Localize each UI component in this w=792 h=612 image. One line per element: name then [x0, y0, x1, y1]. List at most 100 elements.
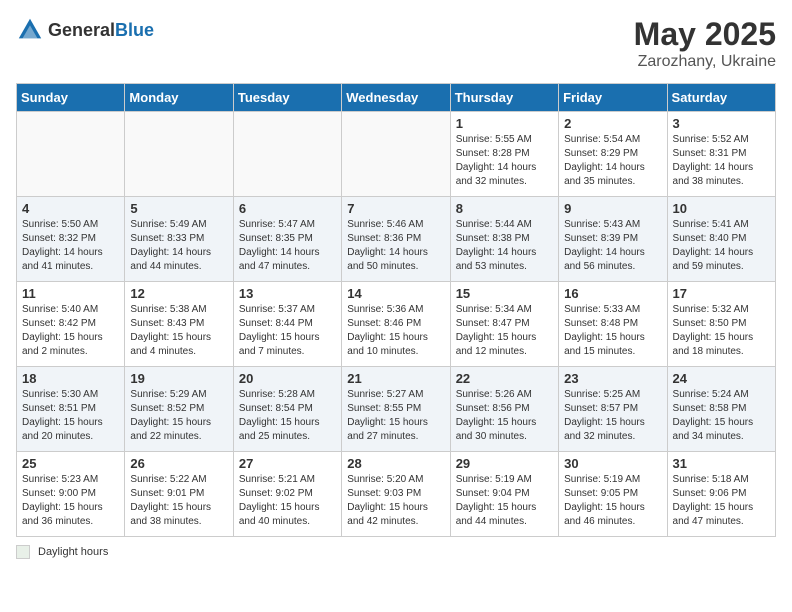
day-number: 2 — [564, 116, 661, 131]
day-info: Sunrise: 5:37 AM Sunset: 8:44 PM Dayligh… — [239, 303, 336, 359]
day-info: Sunrise: 5:18 AM Sunset: 9:06 PM Dayligh… — [673, 473, 770, 529]
day-number: 26 — [130, 456, 227, 471]
day-info: Sunrise: 5:46 AM Sunset: 8:36 PM Dayligh… — [347, 218, 444, 274]
day-info: Sunrise: 5:21 AM Sunset: 9:02 PM Dayligh… — [239, 473, 336, 529]
calendar-day: 16 Sunrise: 5:33 AM Sunset: 8:48 PM Dayli… — [559, 282, 667, 367]
calendar-day: 22 Sunrise: 5:26 AM Sunset: 8:56 PM Dayli… — [450, 367, 558, 452]
day-info: Sunrise: 5:55 AM Sunset: 8:28 PM Dayligh… — [456, 133, 553, 189]
calendar-day: 26 Sunrise: 5:22 AM Sunset: 9:01 PM Dayli… — [125, 452, 233, 537]
day-number: 29 — [456, 456, 553, 471]
day-number: 12 — [130, 286, 227, 301]
day-number: 19 — [130, 371, 227, 386]
day-number: 15 — [456, 286, 553, 301]
calendar-day: 13 Sunrise: 5:37 AM Sunset: 8:44 PM Dayli… — [233, 282, 341, 367]
day-number: 17 — [673, 286, 770, 301]
day-info: Sunrise: 5:50 AM Sunset: 8:32 PM Dayligh… — [22, 218, 119, 274]
calendar-day: 24 Sunrise: 5:24 AM Sunset: 8:58 PM Dayli… — [667, 367, 775, 452]
header-row: Sunday Monday Tuesday Wednesday Thursday… — [17, 84, 776, 112]
calendar-day: 29 Sunrise: 5:19 AM Sunset: 9:04 PM Dayli… — [450, 452, 558, 537]
day-number: 13 — [239, 286, 336, 301]
day-number: 4 — [22, 201, 119, 216]
calendar-day: 21 Sunrise: 5:27 AM Sunset: 8:55 PM Dayli… — [342, 367, 450, 452]
day-info: Sunrise: 5:54 AM Sunset: 8:29 PM Dayligh… — [564, 133, 661, 189]
day-info: Sunrise: 5:23 AM Sunset: 9:00 PM Dayligh… — [22, 473, 119, 529]
calendar-day: 3Sunrise: 5:52 AM Sunset: 8:31 PM Daylig… — [667, 112, 775, 197]
calendar-day: 2 Sunrise: 5:54 AM Sunset: 8:29 PM Daylig… — [559, 112, 667, 197]
day-number: 30 — [564, 456, 661, 471]
page-header: GeneralBlue May 2025 Zarozhany, Ukraine — [16, 16, 776, 71]
col-friday: Friday — [559, 84, 667, 112]
day-info: Sunrise: 5:44 AM Sunset: 8:38 PM Dayligh… — [456, 218, 553, 274]
day-number: 6 — [239, 201, 336, 216]
day-info: Sunrise: 5:32 AM Sunset: 8:50 PM Dayligh… — [673, 303, 770, 359]
day-info: Sunrise: 5:43 AM Sunset: 8:39 PM Dayligh… — [564, 218, 661, 274]
col-wednesday: Wednesday — [342, 84, 450, 112]
col-sunday: Sunday — [17, 84, 125, 112]
calendar-week-2: 11Sunrise: 5:40 AM Sunset: 8:42 PM Dayli… — [17, 282, 776, 367]
day-info: Sunrise: 5:34 AM Sunset: 8:47 PM Dayligh… — [456, 303, 553, 359]
calendar-day: 6Sunrise: 5:47 AM Sunset: 8:35 PM Daylig… — [233, 197, 341, 282]
calendar-day: 31Sunrise: 5:18 AM Sunset: 9:06 PM Dayli… — [667, 452, 775, 537]
calendar-day: 27 Sunrise: 5:21 AM Sunset: 9:02 PM Dayli… — [233, 452, 341, 537]
day-number: 9 — [564, 201, 661, 216]
col-tuesday: Tuesday — [233, 84, 341, 112]
calendar-day: 5Sunrise: 5:49 AM Sunset: 8:33 PM Daylig… — [125, 197, 233, 282]
day-number: 8 — [456, 201, 553, 216]
day-info: Sunrise: 5:26 AM Sunset: 8:56 PM Dayligh… — [456, 388, 553, 444]
day-info: Sunrise: 5:25 AM Sunset: 8:57 PM Dayligh… — [564, 388, 661, 444]
day-number: 14 — [347, 286, 444, 301]
calendar-day: 18Sunrise: 5:30 AM Sunset: 8:51 PM Dayli… — [17, 367, 125, 452]
calendar-day: 17 Sunrise: 5:32 AM Sunset: 8:50 PM Dayli… — [667, 282, 775, 367]
calendar-week-0: 1Sunrise: 5:55 AM Sunset: 8:28 PM Daylig… — [17, 112, 776, 197]
calendar-day — [342, 112, 450, 197]
calendar-day: 14Sunrise: 5:36 AM Sunset: 8:46 PM Dayli… — [342, 282, 450, 367]
calendar-week-3: 18Sunrise: 5:30 AM Sunset: 8:51 PM Dayli… — [17, 367, 776, 452]
calendar-day: 11Sunrise: 5:40 AM Sunset: 8:42 PM Dayli… — [17, 282, 125, 367]
day-info: Sunrise: 5:19 AM Sunset: 9:04 PM Dayligh… — [456, 473, 553, 529]
day-number: 18 — [22, 371, 119, 386]
calendar-day: 7Sunrise: 5:46 AM Sunset: 8:36 PM Daylig… — [342, 197, 450, 282]
day-info: Sunrise: 5:49 AM Sunset: 8:33 PM Dayligh… — [130, 218, 227, 274]
calendar-day: 25Sunrise: 5:23 AM Sunset: 9:00 PM Dayli… — [17, 452, 125, 537]
day-info: Sunrise: 5:28 AM Sunset: 8:54 PM Dayligh… — [239, 388, 336, 444]
day-info: Sunrise: 5:24 AM Sunset: 8:58 PM Dayligh… — [673, 388, 770, 444]
logo: GeneralBlue — [16, 16, 154, 44]
calendar-day: 23 Sunrise: 5:25 AM Sunset: 8:57 PM Dayli… — [559, 367, 667, 452]
day-info: Sunrise: 5:33 AM Sunset: 8:48 PM Dayligh… — [564, 303, 661, 359]
calendar-day: 28 Sunrise: 5:20 AM Sunset: 9:03 PM Dayli… — [342, 452, 450, 537]
day-info: Sunrise: 5:22 AM Sunset: 9:01 PM Dayligh… — [130, 473, 227, 529]
day-number: 28 — [347, 456, 444, 471]
day-info: Sunrise: 5:19 AM Sunset: 9:05 PM Dayligh… — [564, 473, 661, 529]
day-info: Sunrise: 5:41 AM Sunset: 8:40 PM Dayligh… — [673, 218, 770, 274]
legend-box — [16, 545, 30, 559]
calendar-day: 12 Sunrise: 5:38 AM Sunset: 8:43 PM Dayli… — [125, 282, 233, 367]
day-number: 16 — [564, 286, 661, 301]
calendar-day: 8 Sunrise: 5:44 AM Sunset: 8:38 PM Daylig… — [450, 197, 558, 282]
calendar-day: 4 Sunrise: 5:50 AM Sunset: 8:32 PM Daylig… — [17, 197, 125, 282]
day-info: Sunrise: 5:20 AM Sunset: 9:03 PM Dayligh… — [347, 473, 444, 529]
logo-general: General — [48, 20, 115, 40]
col-thursday: Thursday — [450, 84, 558, 112]
calendar-week-4: 25Sunrise: 5:23 AM Sunset: 9:00 PM Dayli… — [17, 452, 776, 537]
day-number: 22 — [456, 371, 553, 386]
day-number: 27 — [239, 456, 336, 471]
day-number: 10 — [673, 201, 770, 216]
day-number: 24 — [673, 371, 770, 386]
day-info: Sunrise: 5:27 AM Sunset: 8:55 PM Dayligh… — [347, 388, 444, 444]
logo-icon — [16, 16, 44, 44]
calendar-location: Zarozhany, Ukraine — [634, 53, 776, 71]
calendar-day — [17, 112, 125, 197]
title-block: May 2025 Zarozhany, Ukraine — [634, 16, 776, 71]
day-info: Sunrise: 5:38 AM Sunset: 8:43 PM Dayligh… — [130, 303, 227, 359]
calendar-day: 10 Sunrise: 5:41 AM Sunset: 8:40 PM Dayli… — [667, 197, 775, 282]
calendar-day: 1Sunrise: 5:55 AM Sunset: 8:28 PM Daylig… — [450, 112, 558, 197]
calendar-day — [233, 112, 341, 197]
calendar-table: Sunday Monday Tuesday Wednesday Thursday… — [16, 83, 776, 537]
day-number: 23 — [564, 371, 661, 386]
day-number: 21 — [347, 371, 444, 386]
calendar-week-1: 4 Sunrise: 5:50 AM Sunset: 8:32 PM Daylig… — [17, 197, 776, 282]
day-number: 20 — [239, 371, 336, 386]
day-info: Sunrise: 5:29 AM Sunset: 8:52 PM Dayligh… — [130, 388, 227, 444]
col-saturday: Saturday — [667, 84, 775, 112]
logo-blue: Blue — [115, 20, 154, 40]
